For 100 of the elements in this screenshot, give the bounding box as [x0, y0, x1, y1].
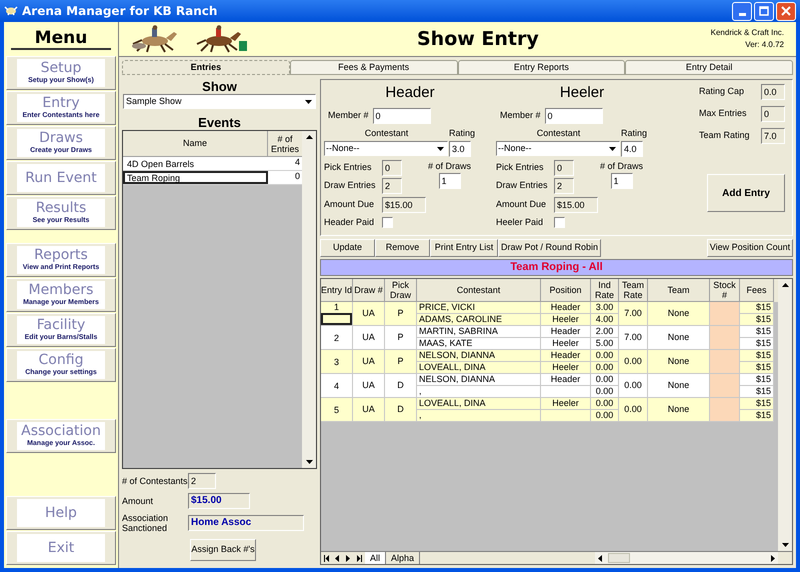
- grid-title-bar: Team Roping - All: [320, 259, 793, 276]
- action-button[interactable]: Draw Pot / Round Robin: [498, 239, 601, 257]
- input-field[interactable]: $15.00: [382, 196, 426, 212]
- tab[interactable]: Entry Reports: [458, 60, 626, 75]
- event-row[interactable]: 4D Open Barrels 4: [123, 157, 302, 171]
- input-field[interactable]: $15.00: [554, 196, 598, 212]
- contestant-dropdown[interactable]: --None--: [324, 141, 448, 156]
- input-field[interactable]: 2: [188, 473, 216, 489]
- menu-button[interactable]: Exit: [6, 531, 116, 565]
- table-cell: P: [385, 302, 417, 326]
- record-nav-icon[interactable]: [357, 554, 362, 562]
- menu-title: Menu: [34, 28, 88, 48]
- entry-row[interactable]: 5 UA D LOVEALL, DINA , Heeler 0.00 0.00 0.00 None $15 $15: [321, 398, 778, 422]
- role-heading: Header: [384, 84, 436, 102]
- scroll-down-icon[interactable]: [782, 543, 788, 547]
- table-cell: $15: [740, 398, 774, 410]
- close-button[interactable]: [776, 2, 796, 20]
- field-label: Rating: [621, 127, 645, 140]
- action-button[interactable]: Remove: [375, 239, 430, 257]
- input-field[interactable]: 0: [761, 106, 785, 122]
- table-cell: 0.00: [591, 362, 619, 374]
- table-cell: 0.00: [619, 350, 648, 374]
- field-label: Member #: [328, 109, 369, 122]
- event-row[interactable]: Team Roping 0: [123, 171, 302, 185]
- input-field[interactable]: 0: [382, 160, 402, 176]
- table-cell: [541, 386, 591, 398]
- field-label: Contestant: [536, 127, 582, 140]
- view-position-count-button[interactable]: View Position Count: [707, 239, 793, 257]
- input-field[interactable]: 0.0: [761, 84, 785, 100]
- entry-row[interactable]: 3 UA P NELSON, DIANNA LOVEALL, DINA Header Heeler 0.00 0.00 0.00 None $15 $15: [321, 350, 778, 374]
- maximize-button[interactable]: [754, 2, 774, 20]
- show-dropdown[interactable]: Sample Show: [123, 94, 316, 109]
- input-field[interactable]: 1: [610, 173, 632, 189]
- field-label: Draw Entries: [324, 178, 377, 192]
- input-field[interactable]: $15.00: [188, 493, 250, 509]
- window-title: Arena Manager for KB Ranch: [22, 3, 218, 20]
- table-cell: $15: [740, 410, 774, 422]
- vertical-scrollbar[interactable]: [778, 279, 792, 551]
- tab[interactable]: Entries: [122, 60, 290, 75]
- table-cell: Heeler: [541, 314, 591, 326]
- input-field[interactable]: 7.0: [761, 128, 785, 144]
- input-field[interactable]: Home Assoc: [188, 515, 304, 531]
- stock-cell: [710, 374, 740, 398]
- field-label: Max Entries: [699, 107, 747, 120]
- app-icon: [4, 5, 18, 17]
- field-label: Association Sanctioned: [122, 513, 170, 533]
- table-cell: 4: [334, 380, 339, 390]
- menu-button[interactable]: Run Event: [6, 161, 116, 195]
- tab[interactable]: Entry Detail: [625, 60, 793, 75]
- record-nav-icon[interactable]: [324, 554, 329, 562]
- menu-button[interactable]: Help: [6, 496, 116, 530]
- tab[interactable]: Fees & Payments: [290, 60, 458, 75]
- table-cell: Header: [541, 302, 591, 314]
- input-field[interactable]: 4.0: [621, 140, 643, 156]
- assign-button[interactable]: Assign Back #'s: [190, 539, 256, 561]
- field-label: Heeler Paid: [496, 216, 544, 228]
- action-button[interactable]: Update: [320, 239, 375, 257]
- input-field[interactable]: 2: [382, 178, 402, 194]
- paid-checkbox[interactable]: [554, 216, 565, 228]
- field-label: Pick Entries: [496, 160, 545, 174]
- paid-checkbox[interactable]: [382, 216, 393, 228]
- minimize-button[interactable]: [732, 2, 752, 20]
- scroll-thumb[interactable]: [608, 553, 630, 563]
- input-field[interactable]: 0: [554, 160, 574, 176]
- input-field[interactable]: 0: [544, 108, 603, 124]
- field-label: Draw Entries: [496, 178, 549, 192]
- table-cell: $15: [740, 386, 774, 398]
- input-field[interactable]: 3.0: [449, 140, 471, 156]
- table-cell: 2.00: [591, 326, 619, 338]
- input-field[interactable]: 1: [438, 173, 460, 189]
- company-name: Kendrick & Craft Inc.: [710, 27, 784, 39]
- horizontal-scrollbar[interactable]: [595, 552, 778, 564]
- table-cell: D: [385, 374, 417, 398]
- field-label: # of Contestants: [122, 476, 188, 486]
- table-cell: 7.00: [619, 302, 648, 326]
- sheet-tab[interactable]: All: [365, 552, 386, 564]
- scroll-down-icon[interactable]: [306, 460, 312, 464]
- column-header: # of Entries: [270, 132, 300, 156]
- table-cell: $15: [740, 362, 774, 374]
- entry-row[interactable]: 4 UA D NELSON, DIANNA , Header 0.00 0.00 0.00 None $15 $15: [321, 374, 778, 398]
- field-label: Header Paid: [324, 216, 376, 228]
- stock-cell: [710, 398, 740, 422]
- action-button[interactable]: Print Entry List: [430, 239, 498, 257]
- add-entry-button[interactable]: Add Entry: [707, 174, 785, 212]
- table-cell: PRICE, VICKI: [417, 302, 541, 314]
- vertical-scrollbar[interactable]: [302, 131, 316, 468]
- field-label: Amount Due: [496, 198, 548, 211]
- scroll-left-icon[interactable]: [598, 554, 602, 562]
- field-label: Pick Entries: [324, 160, 373, 174]
- input-field[interactable]: 2: [554, 178, 574, 194]
- input-field[interactable]: 0: [372, 108, 431, 124]
- stock-cell: [710, 350, 740, 374]
- contestant-dropdown[interactable]: --None--: [496, 141, 620, 156]
- scroll-right-icon[interactable]: [771, 554, 775, 562]
- scroll-up-icon[interactable]: [306, 135, 312, 139]
- table-cell: 4.00: [591, 314, 619, 326]
- table-cell: $15: [740, 374, 774, 386]
- scroll-up-icon[interactable]: [782, 283, 788, 287]
- entry-row[interactable]: 2 UA P MARTIN, SABRINA MAAS, KATE Header Heeler 2.00 5.00 7.00 None $15 $15: [321, 326, 778, 350]
- entry-row[interactable]: 1 UA P PRICE, VICKI ADAMS, CAROLINE Header Heeler 3.00 4.00 7.00 None $15 $15: [321, 302, 778, 326]
